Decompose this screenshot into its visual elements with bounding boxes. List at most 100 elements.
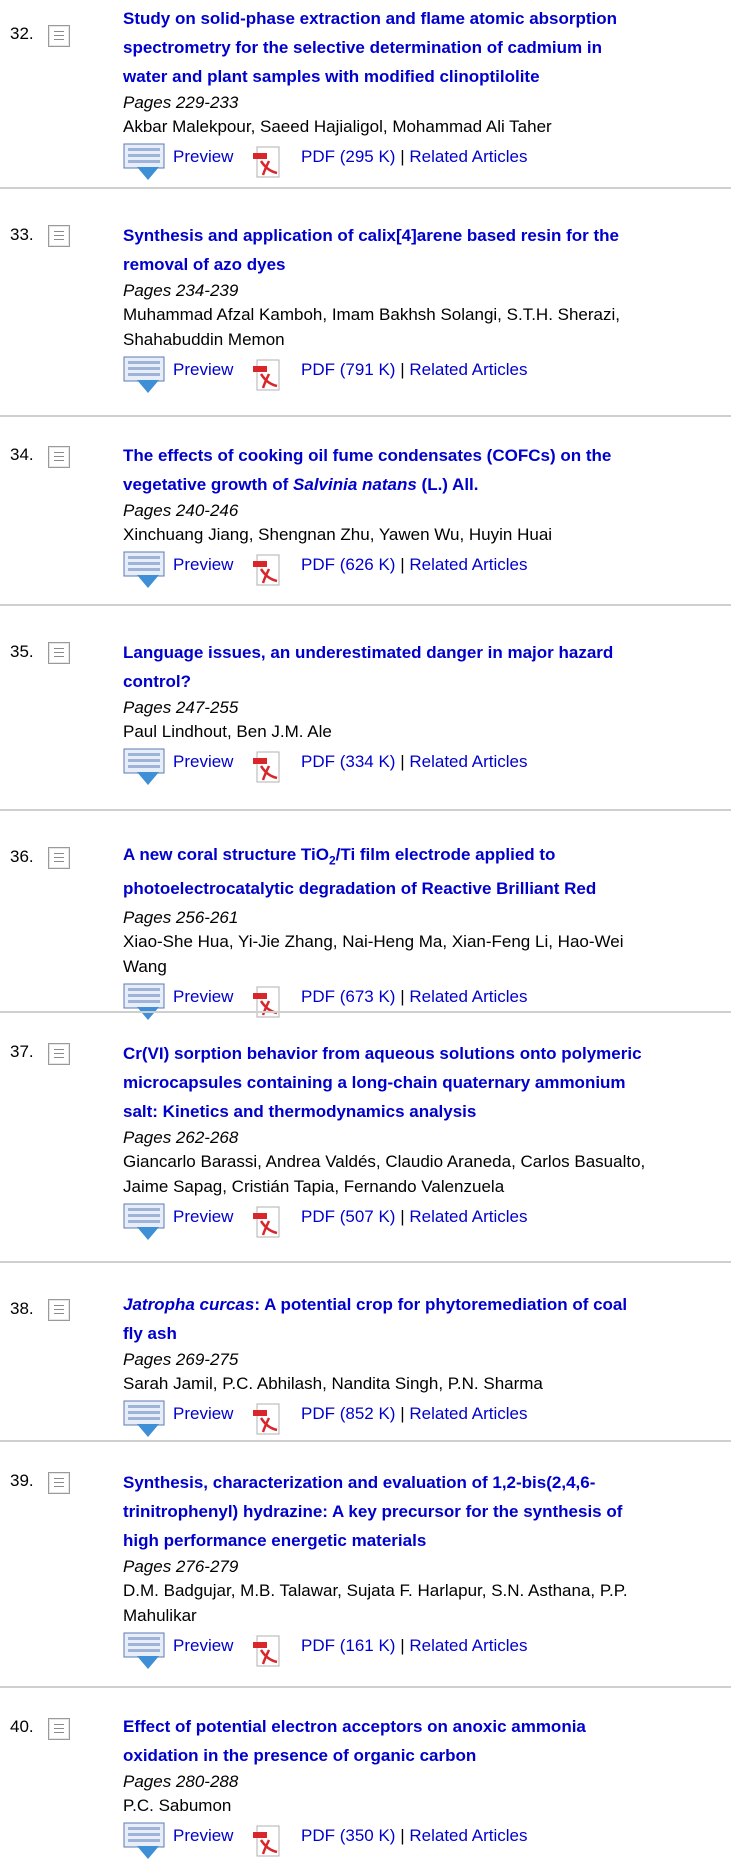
preview-icon[interactable] bbox=[123, 983, 167, 1021]
preview-icon[interactable] bbox=[123, 1632, 167, 1670]
article-pages: Pages 280-288 bbox=[123, 1772, 239, 1791]
author-line: P.C. Sabumon bbox=[123, 1796, 232, 1815]
author-line: Wang bbox=[123, 957, 167, 976]
pdf-link[interactable]: PDF (161 K) bbox=[301, 1636, 395, 1655]
pdf-icon[interactable] bbox=[249, 985, 283, 1021]
related-articles-link[interactable]: Related Articles bbox=[409, 1404, 527, 1423]
article-pages: Pages 229-233 bbox=[123, 93, 239, 112]
author-line: Muhammad Afzal Kamboh, Imam Bakhsh Solan… bbox=[123, 305, 621, 324]
title-line: Jatropha curcas: A potential crop for ph… bbox=[123, 1290, 728, 1319]
pdf-link[interactable]: PDF (350 K) bbox=[301, 1826, 395, 1845]
preview-icon[interactable] bbox=[123, 748, 167, 786]
title-line: control? bbox=[123, 672, 191, 691]
article-links: Preview PDF (673 K) | Related Articles bbox=[123, 983, 728, 1025]
related-articles-link[interactable]: Related Articles bbox=[409, 555, 527, 574]
link-separator: | bbox=[400, 147, 405, 166]
article-authors: Sarah Jamil, P.C. Abhilash, Nandita Sing… bbox=[123, 1371, 728, 1396]
pdf-link[interactable]: PDF (852 K) bbox=[301, 1404, 395, 1423]
title-species: Salvinia natans bbox=[293, 475, 417, 494]
link-separator: | bbox=[400, 555, 405, 574]
pdf-icon[interactable] bbox=[249, 1824, 283, 1860]
article-title-link[interactable]: Synthesis and application of calix[4]are… bbox=[123, 221, 728, 279]
related-articles-link[interactable]: Related Articles bbox=[409, 987, 527, 1006]
pdf-link[interactable]: PDF (507 K) bbox=[301, 1207, 395, 1226]
article-title-link[interactable]: Effect of potential electron acceptors o… bbox=[123, 1712, 728, 1770]
divider bbox=[0, 415, 731, 417]
pdf-icon[interactable] bbox=[249, 1402, 283, 1438]
article-links: Preview PDF (626 K) | Related Articles bbox=[123, 551, 728, 593]
article-links: Preview PDF (852 K) | Related Articles bbox=[123, 1400, 728, 1442]
preview-link[interactable]: Preview bbox=[173, 752, 233, 772]
preview-link[interactable]: Preview bbox=[173, 555, 233, 575]
article-title-link[interactable]: Synthesis, characterization and evaluati… bbox=[123, 1468, 728, 1555]
pdf-icon[interactable] bbox=[249, 1634, 283, 1670]
pdf-link[interactable]: PDF (334 K) bbox=[301, 752, 395, 771]
related-articles-link[interactable]: Related Articles bbox=[409, 1636, 527, 1655]
pdf-icon[interactable] bbox=[249, 1205, 283, 1241]
related-articles-link[interactable]: Related Articles bbox=[409, 1826, 527, 1845]
article-pages: Pages 262-268 bbox=[123, 1128, 239, 1147]
divider bbox=[0, 187, 731, 189]
article-title-link[interactable]: Cr(VI) sorption behavior from aqueous so… bbox=[123, 1039, 728, 1126]
title-line: oxidation in the presence of organic car… bbox=[123, 1746, 477, 1765]
preview-link[interactable]: Preview bbox=[173, 1207, 233, 1227]
pdf-link[interactable]: PDF (673 K) bbox=[301, 987, 395, 1006]
author-line: Akbar Malekpour, Saeed Hajialigol, Moham… bbox=[123, 117, 552, 136]
preview-icon[interactable] bbox=[123, 1400, 167, 1438]
article-title-link[interactable]: Jatropha curcas: A potential crop for ph… bbox=[123, 1290, 728, 1348]
title-text: (L.) All. bbox=[416, 475, 479, 494]
pdf-icon[interactable] bbox=[249, 553, 283, 589]
preview-link[interactable]: Preview bbox=[173, 1404, 233, 1424]
article-number: 36. bbox=[10, 847, 34, 866]
pdf-link[interactable]: PDF (295 K) bbox=[301, 147, 395, 166]
article-links: Preview PDF (507 K) | Related Articles bbox=[123, 1203, 728, 1245]
link-separator: | bbox=[400, 360, 405, 379]
article-pages: Pages 234-239 bbox=[123, 281, 239, 300]
preview-icon[interactable] bbox=[123, 551, 167, 589]
article-title-link[interactable]: A new coral structure TiO2/Ti film elect… bbox=[123, 838, 728, 906]
article-number: 39. bbox=[10, 1471, 34, 1490]
title-text: vegetative growth of bbox=[123, 475, 294, 494]
document-icon bbox=[48, 1043, 70, 1065]
link-separator: | bbox=[400, 1636, 405, 1655]
article-number: 33. bbox=[10, 225, 34, 244]
title-line: microcapsules containing a long-chain qu… bbox=[123, 1073, 626, 1092]
document-icon bbox=[48, 642, 70, 664]
preview-link[interactable]: Preview bbox=[173, 147, 233, 167]
preview-icon[interactable] bbox=[123, 1203, 167, 1241]
article-authors: Xiao-She Hua, Yi-Jie Zhang, Nai-Heng Ma,… bbox=[123, 929, 728, 979]
pdf-icon[interactable] bbox=[249, 145, 283, 181]
related-articles-link[interactable]: Related Articles bbox=[409, 360, 527, 379]
preview-icon[interactable] bbox=[123, 1822, 167, 1860]
title-line: Effect of potential electron acceptors o… bbox=[123, 1717, 586, 1736]
pdf-icon[interactable] bbox=[249, 750, 283, 786]
title-line: Language issues, an underestimated dange… bbox=[123, 643, 614, 662]
title-text: /Ti film electrode applied to bbox=[335, 845, 556, 864]
preview-link[interactable]: Preview bbox=[173, 1636, 233, 1656]
related-articles-link[interactable]: Related Articles bbox=[409, 147, 527, 166]
article-authors: D.M. Badgujar, M.B. Talawar, Sujata F. H… bbox=[123, 1578, 728, 1628]
preview-icon[interactable] bbox=[123, 356, 167, 394]
preview-link[interactable]: Preview bbox=[173, 1826, 233, 1846]
title-line: Synthesis and application of calix[4]are… bbox=[123, 226, 619, 245]
pdf-link[interactable]: PDF (626 K) bbox=[301, 555, 395, 574]
divider bbox=[0, 1261, 731, 1263]
preview-link[interactable]: Preview bbox=[173, 987, 233, 1007]
article-number: 37. bbox=[10, 1042, 34, 1061]
document-icon bbox=[48, 225, 70, 247]
title-line: The effects of cooking oil fume condensa… bbox=[123, 446, 612, 465]
preview-icon[interactable] bbox=[123, 143, 167, 181]
title-line: fly ash bbox=[123, 1324, 177, 1343]
title-text: A new coral structure TiO bbox=[123, 845, 329, 864]
article-authors: Akbar Malekpour, Saeed Hajialigol, Moham… bbox=[123, 114, 728, 139]
article-title-link[interactable]: Language issues, an underestimated dange… bbox=[123, 638, 728, 696]
article-title-link[interactable]: The effects of cooking oil fume condensa… bbox=[123, 441, 728, 499]
article-title-link[interactable]: Study on solid-phase extraction and flam… bbox=[123, 4, 728, 91]
pdf-icon[interactable] bbox=[249, 358, 283, 394]
article-pages: Pages 247-255 bbox=[123, 698, 239, 717]
article-authors: P.C. Sabumon bbox=[123, 1793, 728, 1818]
related-articles-link[interactable]: Related Articles bbox=[409, 1207, 527, 1226]
pdf-link[interactable]: PDF (791 K) bbox=[301, 360, 395, 379]
preview-link[interactable]: Preview bbox=[173, 360, 233, 380]
related-articles-link[interactable]: Related Articles bbox=[409, 752, 527, 771]
